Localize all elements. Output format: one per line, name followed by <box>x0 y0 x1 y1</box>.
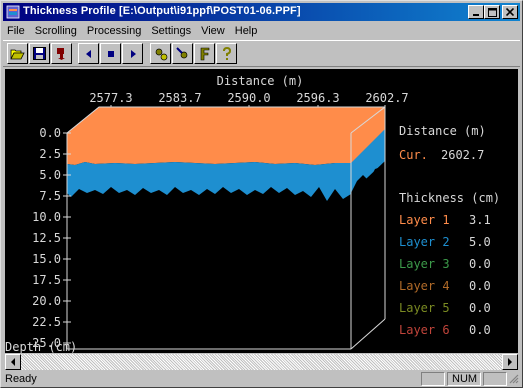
readout-panel: Distance (m) Cur. 2602.7 Thickness (cm) … <box>399 124 500 337</box>
menu-view[interactable]: View <box>196 25 230 37</box>
layer1-band <box>67 133 351 165</box>
toolbar-scroll-group <box>78 43 143 64</box>
num-lock-indicator: NUM <box>447 372 481 386</box>
x-tick-label: 2577.3 <box>89 91 132 105</box>
layer-label: Layer 5 <box>399 301 450 315</box>
distance-header: Distance (m) <box>399 124 486 138</box>
cur-label: Cur. <box>399 148 428 162</box>
y-tick-label: 7.5 <box>39 189 61 203</box>
status-panel-empty <box>483 372 507 386</box>
layer-label: Layer 4 <box>399 279 450 293</box>
x-tick-label: 2590.0 <box>227 91 270 105</box>
y-tick-labels: 0.0 2.5 5.0 7.5 10.0 12.5 15.0 17.5 20.0… <box>32 126 61 350</box>
minimize-icon <box>473 14 479 16</box>
save-button[interactable] <box>29 43 50 64</box>
layer-label: Layer 3 <box>399 257 450 271</box>
close-icon <box>506 8 514 16</box>
toolbar-file-group <box>7 43 72 64</box>
settings-button[interactable] <box>172 43 193 64</box>
menu-processing[interactable]: Processing <box>82 25 146 37</box>
minimize-button[interactable] <box>468 5 484 19</box>
menu-settings[interactable]: Settings <box>146 25 196 37</box>
x-tick-labels: 2577.3 2583.7 2590.0 2596.3 2602.7 <box>89 91 408 105</box>
layer-value: 0.0 <box>469 301 491 315</box>
status-bar: Ready NUM <box>3 371 520 387</box>
thickness-profile-canvas[interactable]: Distance (m) 2577.3 2583.7 2590.0 2596.3… <box>5 69 518 353</box>
open-button[interactable] <box>7 43 28 64</box>
x-axis-title: Distance (m) <box>217 74 304 88</box>
layer-value: 0.0 <box>469 323 491 337</box>
scroll-left-button[interactable] <box>78 43 99 64</box>
save-icon <box>33 47 46 60</box>
side-substrate <box>351 161 385 349</box>
menu-help[interactable]: Help <box>230 25 263 37</box>
toolbar <box>3 40 520 67</box>
menu-file[interactable]: File <box>3 25 30 37</box>
y-tick-label: 17.5 <box>32 273 61 287</box>
scroll-left-icon <box>85 49 91 58</box>
y-tick-label: 22.5 <box>32 315 61 329</box>
close-button[interactable] <box>502 5 518 19</box>
window-title: Thickness Profile [E:\Output\i91ppf\POST… <box>23 5 301 17</box>
scroll-right-arrow[interactable] <box>502 354 518 370</box>
stop-icon <box>107 50 114 57</box>
export-icon <box>57 48 65 60</box>
maximize-button[interactable] <box>484 5 500 19</box>
y-axis-title: Depth (cm) <box>5 340 77 353</box>
settings-icon <box>175 46 187 58</box>
maximize-icon <box>487 7 497 17</box>
scroll-right-icon <box>130 49 136 58</box>
status-panel-empty <box>421 372 445 386</box>
status-text: Ready <box>5 373 37 385</box>
layer-value: 0.0 <box>469 279 491 293</box>
thickness-header: Thickness (cm) <box>399 191 500 205</box>
y-tick-label: 10.0 <box>32 210 61 224</box>
cur-value: 2602.7 <box>441 148 484 162</box>
y-tick-label: 0.0 <box>39 126 61 140</box>
x-tick-label: 2596.3 <box>296 91 339 105</box>
arrow-left-icon <box>11 358 15 366</box>
filter-button[interactable] <box>194 43 215 64</box>
y-tick-label: 5.0 <box>39 168 61 182</box>
layer-value: 3.1 <box>469 213 491 227</box>
export-button[interactable] <box>51 43 72 64</box>
layer-label: Layer 6 <box>399 323 450 337</box>
layer-value: 5.0 <box>469 235 491 249</box>
help-icon <box>222 46 231 60</box>
scroll-right-button[interactable] <box>122 43 143 64</box>
title-bar[interactable]: Thickness Profile [E:\Output\i91ppf\POST… <box>3 3 520 21</box>
resize-grip-icon[interactable] <box>508 373 519 384</box>
y-tick-label: 2.5 <box>39 147 61 161</box>
profile-svg: Distance (m) 2577.3 2583.7 2590.0 2596.3… <box>5 74 500 353</box>
layer-value: 0.0 <box>469 257 491 271</box>
help-button[interactable] <box>216 43 237 64</box>
layer2-band <box>67 162 351 201</box>
menu-scrolling[interactable]: Scrolling <box>30 25 82 37</box>
app-window: Thickness Profile [E:\Output\i91ppf\POST… <box>0 0 523 388</box>
horizontal-scrollbar[interactable] <box>5 354 518 370</box>
y-tick-label: 12.5 <box>32 231 61 245</box>
window-controls <box>468 5 518 19</box>
y-tick-label: 20.0 <box>32 294 61 308</box>
scroll-left-arrow[interactable] <box>5 354 21 370</box>
layer1-top-face <box>67 107 385 133</box>
layer-label: Layer 1 <box>399 213 450 227</box>
process-icon <box>155 48 167 60</box>
process-button[interactable] <box>150 43 171 64</box>
open-icon <box>10 49 25 60</box>
stop-button[interactable] <box>100 43 121 64</box>
app-icon[interactable] <box>6 5 20 19</box>
arrow-right-icon <box>508 358 512 366</box>
x-tick-label: 2602.7 <box>365 91 408 105</box>
filter-icon <box>200 47 209 60</box>
y-tick-label: 15.0 <box>32 252 61 266</box>
toolbar-tools-group <box>150 43 237 64</box>
layer-label: Layer 2 <box>399 235 450 249</box>
x-tick-label: 2583.7 <box>158 91 201 105</box>
scroll-track[interactable] <box>21 354 502 370</box>
menu-bar: File Scrolling Processing Settings View … <box>3 22 520 39</box>
